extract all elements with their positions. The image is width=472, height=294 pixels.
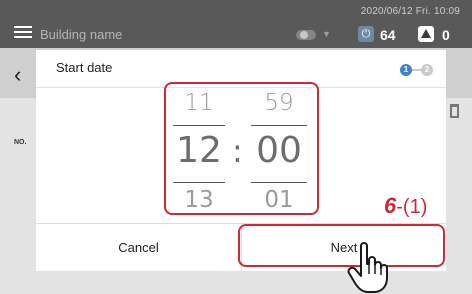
dialog-title: Start date	[56, 60, 113, 75]
minute-selection-line-top	[251, 125, 307, 126]
column-header-no: NO.	[14, 139, 27, 146]
minute-next[interactable]: 01	[251, 187, 307, 213]
back-chevron-icon[interactable]: ‹	[14, 62, 21, 88]
cancel-button[interactable]: Cancel	[36, 224, 241, 271]
datetime-display: 2020/06/12 Fri. 10:09	[360, 6, 460, 17]
trash-icon[interactable]	[450, 104, 459, 118]
minute-value[interactable]: 00	[251, 130, 307, 171]
hour-selection-line-top	[173, 125, 225, 126]
power-count: 64	[380, 27, 396, 43]
minute-selection-line-bottom	[251, 182, 307, 183]
time-separator: :	[232, 132, 243, 170]
hour-selection-line-bottom	[173, 182, 225, 183]
warning-icon	[418, 26, 434, 42]
step-connector	[412, 69, 421, 71]
menu-icon[interactable]	[14, 26, 32, 39]
dropdown-triangle-icon[interactable]: ▼	[322, 29, 331, 39]
minute-previous[interactable]: 59	[251, 90, 307, 116]
hand-cursor-icon	[347, 242, 388, 293]
building-name[interactable]: Building name	[40, 27, 122, 42]
hour-previous[interactable]: 11	[173, 90, 225, 116]
step-annotation: 6-(1)	[384, 193, 427, 219]
step-indicator-1: 1	[400, 64, 412, 76]
hour-next[interactable]: 13	[173, 187, 225, 213]
step-annotation-sub: -(1)	[396, 196, 428, 218]
step-indicator-2: 2	[421, 64, 433, 76]
hour-value[interactable]: 12	[173, 130, 225, 171]
power-icon: ⏻	[358, 26, 374, 42]
toggle-knob	[300, 31, 308, 39]
warning-count: 0	[442, 27, 450, 43]
next-button-highlight	[238, 224, 445, 267]
step-annotation-number: 6	[384, 193, 397, 218]
